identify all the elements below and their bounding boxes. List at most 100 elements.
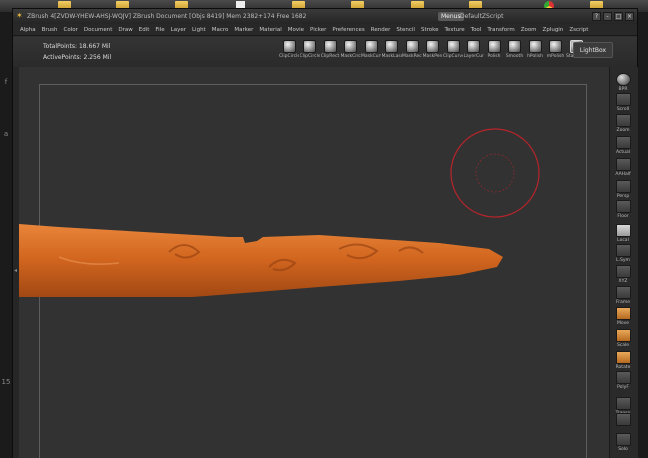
brush-masklasso-button[interactable]: MaskLasso [382, 40, 402, 61]
title-bar[interactable]: ✶ ZBrush 4[ZVDW-YHEW-AHSJ-WQJV] ZBrush D… [13, 9, 637, 24]
xyz-button[interactable]: XYZ [612, 265, 634, 285]
menu-file[interactable]: File [155, 24, 164, 35]
brush-mpolish-icon [549, 40, 562, 53]
lsym-icon [615, 244, 631, 257]
brush-mpolish-button[interactable]: mPolish [546, 40, 566, 61]
close-button[interactable]: × [625, 12, 634, 21]
maximize-button[interactable]: □ [614, 12, 623, 21]
ghost-button[interactable] [612, 413, 634, 426]
transparency-icon [615, 397, 631, 410]
persp-button[interactable]: Persp [612, 180, 634, 200]
actual-button[interactable]: Actual [612, 136, 634, 156]
shelf-label: Scale [616, 343, 630, 348]
brush-maskpen-button[interactable]: MaskPen [423, 40, 443, 61]
brush-clipcircle-button[interactable]: ClipCircle [279, 40, 299, 61]
lightbox-button[interactable]: LightBox [573, 42, 613, 58]
menu-alpha[interactable]: Alpha [20, 24, 36, 35]
main-menu-bar: Alpha Brush Color Document Draw Edit File Layer… [13, 24, 637, 36]
brush-smooth-button[interactable]: Smooth [505, 40, 525, 61]
menu-layer[interactable]: Layer [171, 24, 186, 35]
menu-picker[interactable]: Picker [310, 24, 326, 35]
brush-maskcurve-button[interactable]: MaskCurve [361, 40, 381, 61]
menu-stroke[interactable]: Stroke [421, 24, 439, 35]
menu-macro[interactable]: Macro [212, 24, 229, 35]
menu-stencil[interactable]: Stencil [396, 24, 415, 35]
menu-brush[interactable]: Brush [42, 24, 58, 35]
brush-clipcirclecenter-icon [303, 40, 316, 53]
brush-polish-icon [487, 40, 501, 53]
zbrush-window: ✶ ZBrush 4[ZVDW-YHEW-AHSJ-WQJV] ZBrush D… [12, 8, 638, 458]
polyf-button[interactable]: PolyF [612, 371, 634, 391]
aahalf-button[interactable]: AAHalf [612, 158, 634, 178]
brush-hpolish-button[interactable]: hPolish [525, 40, 545, 61]
brush-clipcircle-icon [282, 40, 296, 53]
brush-clipcurve-icon [446, 40, 460, 53]
scroll-button[interactable]: Scroll [612, 93, 634, 113]
brush-smooth-icon [508, 40, 521, 53]
menu-document[interactable]: Document [84, 24, 113, 35]
shelf-label: Scroll [616, 107, 630, 112]
brush-label: MaskPen [422, 54, 443, 59]
rotate-button[interactable]: Rotate [612, 351, 634, 371]
menu-draw[interactable]: Draw [118, 24, 132, 35]
shelf-label: PolyF [617, 385, 629, 390]
brush-polish-button[interactable]: Polish [484, 40, 504, 61]
rotate-icon [615, 351, 631, 364]
brush-maskrect-button[interactable]: MaskRect [402, 40, 422, 61]
menu-zoom[interactable]: Zoom [521, 24, 537, 35]
brush-label: mPolish [546, 54, 565, 59]
lsym-button[interactable]: L.Sym [612, 244, 634, 264]
minimize-button[interactable]: - [603, 12, 612, 21]
menu-render[interactable]: Render [371, 24, 391, 35]
brush-label: MaskCurve [361, 54, 381, 59]
solo-button[interactable]: Solo [612, 433, 634, 453]
shelf-label: L.Sym [616, 258, 630, 263]
scale-button[interactable]: Scale [612, 329, 634, 349]
brush-maskcircle-button[interactable]: MaskCircle [341, 40, 361, 61]
brush-label: ClipCircle [279, 54, 299, 59]
shelf-label: Actual [615, 150, 631, 155]
solo-icon [615, 433, 631, 446]
help-button[interactable]: ? [592, 12, 601, 21]
brush-cliprect-icon [323, 40, 337, 53]
menu-marker[interactable]: Marker [234, 24, 253, 35]
menu-movie[interactable]: Movie [288, 24, 304, 35]
axis-icon [615, 265, 631, 278]
brush-clipcirclecenter-button[interactable]: ClipCircleCenter [300, 40, 320, 61]
sculpted-blade-model[interactable] [19, 197, 519, 297]
default-zscript-label[interactable]: DefaultZScript [460, 9, 503, 24]
top-shelf: TotalPoints: 18.667 Mil ActivePoints: 2.… [13, 37, 637, 68]
active-points-readout: ActivePoints: 2.256 Mil [43, 54, 112, 61]
brush-layercurve-button[interactable]: LayerCurve [464, 40, 484, 61]
brush-hpolish-icon [528, 40, 542, 53]
move-button[interactable]: Move [612, 307, 634, 327]
zoom-button[interactable]: Zoom [612, 114, 634, 134]
bpr-button[interactable]: BPR [612, 73, 634, 93]
brush-label: MaskLasso [381, 54, 402, 59]
brush-cliprect-button[interactable]: ClipRect [320, 40, 340, 61]
floor-button[interactable]: Floor [612, 200, 634, 220]
menu-transform[interactable]: Transform [487, 24, 514, 35]
menu-edit[interactable]: Edit [139, 24, 150, 35]
menu-zscript[interactable]: Zscript [569, 24, 588, 35]
brush-clipcurve-button[interactable]: ClipCurve [443, 40, 463, 61]
document-canvas[interactable] [19, 67, 609, 458]
expand-left-shelf-icon[interactable]: ◂ [14, 267, 17, 274]
menu-texture[interactable]: Texture [445, 24, 465, 35]
menu-material[interactable]: Material [259, 24, 281, 35]
blade-body [19, 224, 503, 297]
shelf-label: Rotate [615, 365, 631, 370]
desktop-edge-mark: f [4, 78, 8, 86]
brush-label: ClipRect [320, 54, 340, 59]
menu-preferences[interactable]: Preferences [332, 24, 364, 35]
menu-zplugin[interactable]: Zplugin [543, 24, 564, 35]
frame-button[interactable]: Frame [612, 286, 634, 306]
menu-light[interactable]: Light [192, 24, 206, 35]
local-button[interactable]: Local [612, 224, 634, 244]
menu-color[interactable]: Color [64, 24, 78, 35]
total-points-readout: TotalPoints: 18.667 Mil [43, 43, 111, 50]
brush-label: LayerCurve [463, 54, 484, 59]
menu-tool[interactable]: Tool [471, 24, 482, 35]
brush-maskpen-icon [426, 40, 439, 53]
brush-maskcurve-icon [364, 40, 378, 53]
